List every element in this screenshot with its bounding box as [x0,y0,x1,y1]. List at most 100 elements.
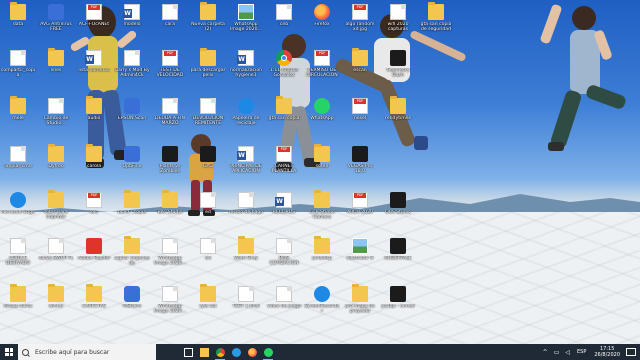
desktop-icon[interactable]: ACF+OcANEt [76,2,112,40]
desktop-icon[interactable]: build - copia [114,190,150,228]
network-icon[interactable]: ▭ [554,349,560,356]
desktop-icon[interactable]: lolo [76,190,112,228]
desktop-icon[interactable]: VEGAS Pro 18.0 [342,144,378,182]
desktop-icon[interactable]: Garry s Mod By Admin4Ck [114,48,150,86]
notification-icon[interactable] [626,348,636,356]
clock[interactable]: 17:15 26/8/2020 [594,346,620,358]
desktop-icon[interactable]: winrar [38,284,74,322]
desktop-icon[interactable]: OBS Studio [380,190,416,228]
desktop-icon[interactable]: Plants vs Zombies [152,144,188,182]
taskbar-firefox[interactable] [244,344,260,360]
desktop-icon[interactable]: rendytimes [380,96,416,134]
desktop-icon[interactable]: BMS COTIZACION [266,236,302,274]
desktop-icon[interactable]: ryle sat [190,284,226,322]
desktop-icon-label: gta san copia [268,116,300,121]
folder-icon [48,144,64,162]
desktop-icon-label: ceb [279,22,289,27]
desktop-icon[interactable]: soten [304,144,340,182]
desktop-icon[interactable]: ScreenRecorder [304,284,340,322]
desktop-icon[interactable]: BAT Studio [152,190,188,228]
pdf-icon [352,4,368,20]
desktop-icon[interactable]: gta san copia [266,96,302,134]
desktop-icon[interactable]: GTB Studio Camera [304,190,340,228]
appdark-icon [352,146,368,162]
desktop-icon[interactable]: GYG [190,144,226,182]
taskbar-whatsapp[interactable] [260,344,276,360]
desktop-icon[interactable]: WhatsApp Image 2020... [228,2,264,40]
desktop-icon[interactable]: MSPaint [114,284,150,322]
desktop-icon[interactable]: juriadisp [304,236,340,274]
exe-icon [124,98,140,114]
desktop-icon[interactable]: video de juego [266,284,302,322]
desktop-icon[interactable]: TEST 1 final [228,284,264,322]
desktop-icon[interactable]: ed [190,190,226,228]
desktop-icon[interactable]: escan [342,48,378,86]
desktop-icon[interactable]: data [0,2,36,40]
desktop-icon[interactable]: wifi 2020 capturas [380,2,416,40]
taskbar-edge[interactable] [228,344,244,360]
desktop-icon[interactable]: normalizacion hygiene1 [228,48,264,86]
desktop-icon[interactable]: AVG AntiVirus FREE [38,2,74,40]
desktop-icon[interactable]: Firefox [304,2,340,40]
desktop-icon[interactable]: nosel [342,96,378,134]
desktop-icon[interactable]: Dyfreo [38,144,74,182]
desktop-icon[interactable]: Illustrator 8 [342,236,378,274]
desktop-icon[interactable]: EPSON Scan [114,96,150,134]
start-button[interactable] [0,344,18,360]
search-box[interactable]: Escribe aquí para buscar [18,344,156,360]
desktop-icon[interactable]: UNDERTALE [380,236,416,274]
desktop-icon[interactable]: CARNET PLANTILLA [266,144,302,182]
appdark-icon [390,50,406,66]
desktop-icon[interactable]: lines [38,48,74,86]
volume-icon[interactable]: ◁ [565,349,570,356]
desktop-icon[interactable]: mele [0,96,36,134]
desktop-icon[interactable]: OptiFine [114,144,150,182]
desktop-icon[interactable]: gta san copia de seguridad [418,2,454,40]
desktop-icon[interactable]: recibo de pago [228,190,264,228]
desktop-icon[interactable]: PRINCIPAL DE APLICACION [228,144,264,182]
desktop-icon[interactable]: CODICE DERIVADO [0,236,36,274]
exe-icon [124,146,140,162]
firefox-icon [247,347,257,357]
task-view-button[interactable] [180,344,196,360]
desktop-icon[interactable]: para descargar pelis [190,48,226,86]
desktop-icon[interactable]: Geometry Dash [380,48,416,86]
desktop-icon[interactable]: Microsoft Edge [0,190,36,228]
desktop-icon[interactable]: Work Gray [228,236,264,274]
desktop-icon[interactable]: Nueva carpeta (2) [190,2,226,40]
desktop-icon[interactable]: Cambio de Studio... [38,96,74,134]
desktop-icon[interactable]: ceb [266,2,302,40]
desktop-icon[interactable]: Adobe Reader [76,236,112,274]
taskbar-chrome[interactable] [212,344,228,360]
desktop-icon[interactable]: pro-mapa de proyecto [342,284,378,322]
desktop-icon[interactable]: fotos para imprimir [38,190,74,228]
desktop-icon[interactable]: algo random xd.jpg [342,2,378,40]
desktop-icon[interactable]: cara [152,2,188,40]
desktop-icon[interactable]: compartir_copia [0,48,36,86]
desktop-icon[interactable]: 1:11 Andrea Gonzalez [266,48,302,86]
desktop-icon[interactable]: PERMISO DE CIRCULACION [304,48,340,86]
language-indicator[interactable]: ESP [577,349,586,355]
desktop-icon[interactable]: WhatsApp Image 2020... [152,284,188,322]
desktop-icon[interactable]: audio [76,96,112,134]
desktop-icon[interactable]: TEST DE VELOCIDAD [152,48,188,86]
desktop-icon[interactable]: carola [76,144,112,182]
desktop-icon[interactable]: WhatsApp [304,96,340,134]
chevron-up-icon[interactable]: ^ [543,349,548,356]
desktop-icon[interactable]: limpiar cmd [0,144,36,182]
desktop-icon[interactable]: copiar virgenes de [114,236,150,274]
desktop-icon[interactable]: lista numeros [76,48,112,86]
desktop-icon[interactable]: ps4dp - unreal [380,284,416,322]
desktop-icon[interactable]: modelo [114,2,150,40]
desktop-icon[interactable]: ult [190,236,226,274]
desktop-icon[interactable]: DEVOLUCION REMITENTE [190,96,226,134]
desktop-icon[interactable]: darya SWUP FL [38,236,74,274]
desktop-icon[interactable]: Papelera de reciclaje [228,96,264,134]
taskbar-file-explorer[interactable] [196,344,212,360]
desktop-icon[interactable]: discos duros [0,284,36,322]
desktop-icon[interactable]: WhatsApp Image 2020... [152,236,188,274]
desktop-icon[interactable]: DEUDA A FIN MARZO [152,96,188,134]
desktop-icon[interactable]: CARPETAS [76,284,112,322]
desktop-icon[interactable]: ARCH 2020 [342,190,378,228]
desktop-icon[interactable]: RECORDS [266,190,302,228]
